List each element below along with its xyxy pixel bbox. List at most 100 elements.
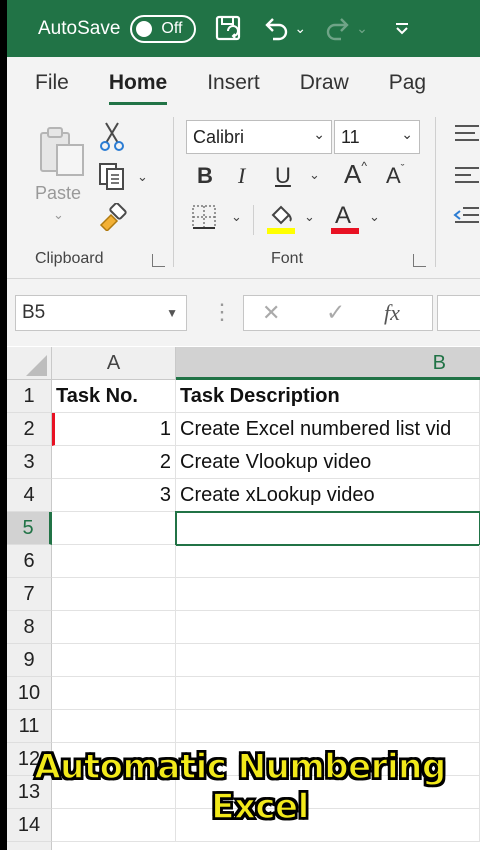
tab-insert[interactable]: Insert [207,71,260,95]
cell-b6[interactable] [176,545,480,578]
copy-icon[interactable] [97,161,127,196]
ribbon-tabs: File Home Insert Draw Pag [7,57,480,109]
autosave-toggle[interactable]: Off [130,14,197,43]
cell-b7[interactable] [176,578,480,611]
tab-file[interactable]: File [35,71,69,95]
fill-color-dropdown-icon[interactable]: ⌄ [304,209,315,225]
cell-a6[interactable] [52,545,176,578]
insert-function-icon[interactable]: fx [384,300,400,326]
cancel-icon[interactable]: ✕ [262,300,280,326]
cell-a7[interactable] [52,578,176,611]
formula-input[interactable] [437,295,480,331]
font-launcher-icon[interactable] [413,254,426,267]
cell-a10[interactable] [52,677,176,710]
row-header[interactable]: 7 [7,578,52,611]
decrease-indent-icon[interactable] [453,205,480,234]
cell-a2[interactable]: 1 [52,413,176,446]
font-size-select[interactable]: 11 ⌄ [334,120,420,154]
redo-dropdown-icon: ⌄ [356,20,368,36]
cell-b4[interactable]: Create xLookup video [176,479,480,512]
row-header[interactable]: 5 [7,512,52,545]
paste-label: Paste [35,183,82,203]
row-header[interactable]: 3 [7,446,52,479]
row-header[interactable] [7,842,52,850]
font-color-dropdown-icon[interactable]: ⌄ [369,209,380,225]
tab-draw[interactable]: Draw [300,71,349,95]
cell-b3[interactable]: Create Vlookup video [176,446,480,479]
row-header[interactable]: 6 [7,545,52,578]
row-header[interactable]: 11 [7,710,52,743]
cell-b11[interactable] [176,710,480,743]
caption-line-2: Excel [210,786,310,828]
bold-button[interactable]: B [197,163,213,189]
align-left-icon[interactable] [453,165,480,194]
decrease-font-size-button[interactable]: Aˇ [386,163,404,189]
chevron-down-icon: ⌄ [313,126,325,142]
font-size-value: 11 [341,126,360,147]
cell-a3[interactable]: 2 [52,446,176,479]
formula-bar: B5 ▼ ⋮ ✕ ✓ fx [7,279,480,346]
cell-b10[interactable] [176,677,480,710]
row-header[interactable]: 10 [7,677,52,710]
font-color-icon[interactable]: A [329,201,361,240]
underline-dropdown-icon[interactable]: ⌄ [309,167,320,183]
save-icon[interactable] [214,14,244,44]
autosave-state: Off [161,19,183,37]
format-painter-icon[interactable] [97,202,129,236]
caption-line-1: Automatic Numbering [34,746,447,788]
cell-a11[interactable] [52,710,176,743]
row-header[interactable]: 2 [7,413,52,446]
fill-color-icon[interactable] [265,201,297,240]
tab-home[interactable]: Home [108,71,168,105]
undo-dropdown-icon[interactable]: ⌄ [294,20,306,37]
excel-window: AutoSave Off ⌄ ⌄ File Home Insert Draw P… [7,0,480,850]
customize-toolbar-icon[interactable] [394,21,410,37]
cell-a5[interactable] [52,512,176,545]
borders-dropdown-icon[interactable]: ⌄ [231,209,242,225]
name-box-value: B5 [22,302,46,323]
clipboard-launcher-icon[interactable] [152,254,165,267]
cell-b1[interactable]: Task Description [176,380,480,413]
cell-a8[interactable] [52,611,176,644]
row-header[interactable]: 1 [7,380,52,413]
chevron-down-icon: ⌄ [401,126,413,142]
column-header-b[interactable]: B [176,347,480,380]
ribbon-separator [253,205,254,235]
copy-dropdown-icon[interactable]: ⌄ [137,169,148,185]
select-all-corner[interactable] [7,347,52,380]
borders-icon[interactable] [190,203,218,236]
row-header[interactable]: 4 [7,479,52,512]
redo-icon [324,15,352,43]
cut-icon[interactable] [99,121,125,156]
paste-button[interactable]: Paste ⌄ [33,121,93,231]
increase-font-size-button[interactable]: A^ [344,159,367,190]
cell-b5-active[interactable] [175,511,480,546]
font-name-select[interactable]: Calibri ⌄ [186,120,332,154]
autosave-label: AutoSave [38,17,121,39]
cell-a1[interactable]: Task No. [52,380,176,413]
column-header-a[interactable]: A [52,347,176,380]
svg-text:A: A [335,202,351,229]
formula-bar-grip-icon: ⋮ [211,299,233,324]
underline-button[interactable]: U [275,163,291,189]
chevron-down-icon: ▼ [166,306,178,320]
name-box[interactable]: B5 ▼ [15,295,187,331]
cell-b8[interactable] [176,611,480,644]
tab-page-layout[interactable]: Pag [389,71,426,95]
enter-icon[interactable]: ✓ [326,299,345,326]
cell-b9[interactable] [176,644,480,677]
font-name-value: Calibri [193,126,245,147]
ribbon-separator [173,117,174,267]
paste-dropdown-icon: ⌄ [53,207,64,222]
cell-a9[interactable] [52,644,176,677]
italic-button[interactable]: I [238,163,245,189]
undo-icon[interactable] [262,15,290,43]
cell-a4[interactable]: 3 [52,479,176,512]
row-header[interactable]: 9 [7,644,52,677]
row-header[interactable]: 8 [7,611,52,644]
cell-b2[interactable]: Create Excel numbered list vid [176,413,480,446]
align-top-icon[interactable] [453,123,480,148]
title-bar: AutoSave Off ⌄ ⌄ [7,0,480,57]
paste-icon [37,125,87,182]
clipboard-group-label: Clipboard [35,250,104,267]
